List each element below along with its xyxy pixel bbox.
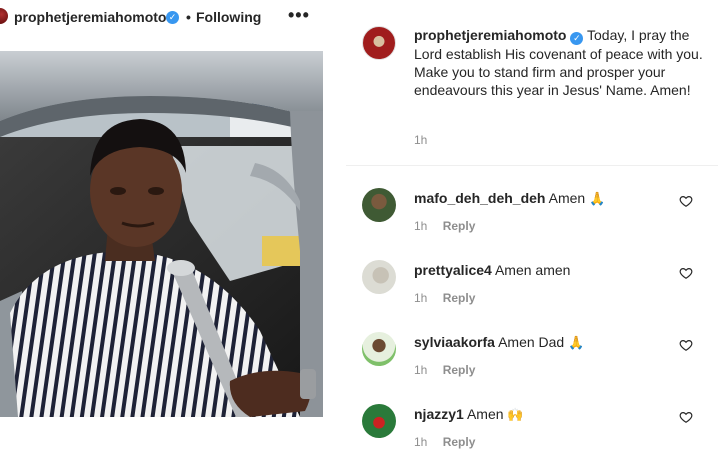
comment-meta: 1h Reply bbox=[414, 291, 475, 305]
reply-button[interactable]: Reply bbox=[443, 363, 476, 377]
comment-meta: 1h Reply bbox=[414, 363, 475, 377]
post-caption: prophetjeremiahomoto ✓ Today, I pray the… bbox=[346, 20, 720, 166]
comment-text: mafo_deh_deh_deh Amen 🙏 bbox=[414, 190, 605, 207]
post-photo[interactable] bbox=[0, 51, 323, 417]
reply-button[interactable]: Reply bbox=[443, 435, 476, 449]
verified-badge-icon: ✓ bbox=[570, 32, 584, 45]
commenter-avatar[interactable] bbox=[362, 260, 396, 294]
caption-avatar[interactable] bbox=[362, 26, 396, 60]
comment-emoji: 🙏 bbox=[589, 191, 606, 206]
comment-body: Amen bbox=[548, 190, 586, 206]
comment-timestamp[interactable]: 1h bbox=[414, 219, 427, 233]
reply-button[interactable]: Reply bbox=[443, 219, 476, 233]
comment-item: prettyalice4 Amen amen 1h Reply bbox=[346, 255, 720, 319]
like-heart-icon[interactable] bbox=[679, 266, 693, 280]
like-heart-icon[interactable] bbox=[679, 338, 693, 352]
more-options-icon[interactable]: ••• bbox=[288, 5, 310, 26]
comment-meta: 1h Reply bbox=[414, 219, 475, 233]
caption-timestamp[interactable]: 1h bbox=[414, 133, 427, 147]
caption-username[interactable]: prophetjeremiahomoto bbox=[414, 27, 566, 43]
reply-button[interactable]: Reply bbox=[443, 291, 476, 305]
poster-username[interactable]: prophetjeremiahomoto bbox=[14, 9, 166, 25]
comment-emoji: 🙌 bbox=[507, 407, 524, 422]
verified-badge-icon: ✓ bbox=[166, 11, 179, 24]
commenter-avatar[interactable] bbox=[362, 188, 396, 222]
comment-timestamp[interactable]: 1h bbox=[414, 435, 427, 449]
commenter-username[interactable]: mafo_deh_deh_deh bbox=[414, 190, 545, 206]
comment-body: Amen bbox=[466, 406, 504, 422]
commenter-avatar[interactable] bbox=[362, 404, 396, 438]
caption-text-block: prophetjeremiahomoto ✓ Today, I pray the… bbox=[414, 26, 704, 99]
comment-item: sylviaakorfa Amen Dad 🙏 1h Reply bbox=[346, 327, 720, 391]
header-separator: • bbox=[186, 9, 191, 25]
like-heart-icon[interactable] bbox=[679, 194, 693, 208]
commenter-username[interactable]: prettyalice4 bbox=[414, 262, 492, 278]
like-heart-icon[interactable] bbox=[679, 410, 693, 424]
comment-text: prettyalice4 Amen amen bbox=[414, 262, 574, 278]
comment-body: Amen amen bbox=[494, 262, 571, 278]
commenter-avatar[interactable] bbox=[362, 332, 396, 366]
following-button[interactable]: Following bbox=[196, 9, 261, 25]
poster-avatar[interactable] bbox=[0, 8, 8, 24]
comment-item: mafo_deh_deh_deh Amen 🙏 1h Reply bbox=[346, 183, 720, 247]
caption-divider bbox=[346, 165, 718, 166]
commenter-username[interactable]: njazzy1 bbox=[414, 406, 464, 422]
comment-item: njazzy1 Amen 🙌 1h Reply bbox=[346, 399, 720, 462]
post-photo-illustration bbox=[0, 51, 323, 417]
comment-timestamp[interactable]: 1h bbox=[414, 363, 427, 377]
comment-meta: 1h Reply bbox=[414, 435, 475, 449]
comment-timestamp[interactable]: 1h bbox=[414, 291, 427, 305]
commenter-username[interactable]: sylviaakorfa bbox=[414, 334, 495, 350]
post-header: prophetjeremiahomoto ✓ • Following ••• bbox=[0, 0, 330, 36]
comment-text: njazzy1 Amen 🙌 bbox=[414, 406, 524, 423]
comment-body: Amen Dad bbox=[498, 334, 565, 350]
comment-text: sylviaakorfa Amen Dad 🙏 bbox=[414, 334, 584, 351]
comment-emoji: 🙏 bbox=[568, 335, 585, 350]
